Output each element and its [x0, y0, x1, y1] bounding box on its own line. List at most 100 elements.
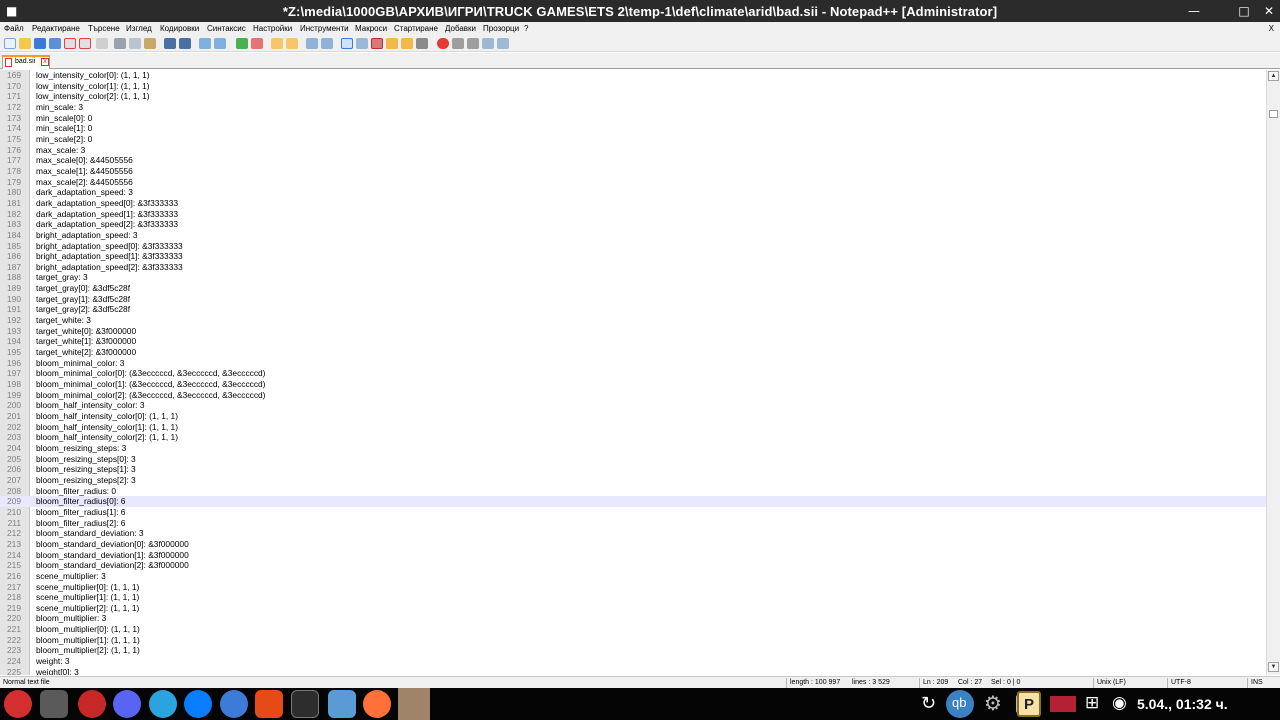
gedit-icon[interactable] — [255, 690, 283, 718]
stop-record-icon[interactable] — [452, 38, 464, 49]
editor-line[interactable]: 221 bloom_multiplier[0]: (1, 1, 1) — [0, 624, 1266, 635]
line-text[interactable]: bloom_half_intensity_color[2]: (1, 1, 1) — [36, 432, 178, 443]
menu-windows[interactable]: Прозорци — [483, 24, 519, 33]
play-macro-icon[interactable] — [467, 38, 479, 49]
calculator-icon[interactable] — [40, 690, 68, 718]
scroll-up-icon[interactable]: ▲ — [1268, 71, 1279, 81]
line-text[interactable]: min_scale[2]: 0 — [36, 134, 92, 145]
menu-search[interactable]: Търсене — [88, 24, 120, 33]
line-text[interactable]: bloom_filter_radius: 0 — [36, 486, 116, 497]
editor-line[interactable]: 173 min_scale[0]: 0 — [0, 113, 1266, 124]
editor-line[interactable]: 198 bloom_minimal_color[1]: (&3ecccccd, &… — [0, 379, 1266, 390]
line-text[interactable]: bloom_minimal_color[0]: (&3ecccccd, &3ec… — [36, 368, 265, 379]
new-file-icon[interactable] — [4, 38, 16, 49]
doc-map-icon[interactable] — [371, 38, 383, 49]
settings-gear-icon[interactable]: ⚙ — [984, 691, 1002, 715]
line-text[interactable]: bloom_multiplier: 3 — [36, 613, 106, 624]
notepad-tray-icon[interactable]: P — [1017, 691, 1041, 717]
line-text[interactable]: scene_multiplier: 3 — [36, 571, 106, 582]
line-text[interactable]: weight: 3 — [36, 656, 70, 667]
line-text[interactable]: target_gray[2]: &3df5c28f — [36, 304, 130, 315]
editor-line[interactable]: 174 min_scale[1]: 0 — [0, 123, 1266, 134]
close-all-icon[interactable] — [79, 38, 91, 49]
editor-line[interactable]: 219 scene_multiplier[2]: (1, 1, 1) — [0, 603, 1266, 614]
telegram-icon[interactable] — [149, 690, 177, 718]
editor-line[interactable]: 213 bloom_standard_deviation[0]: &3f00000… — [0, 539, 1266, 550]
editor-line[interactable]: 187 bright_adaptation_speed[2]: &3f333333 — [0, 262, 1266, 273]
line-text[interactable]: bloom_multiplier[0]: (1, 1, 1) — [36, 624, 140, 635]
line-text[interactable]: bloom_minimal_color: 3 — [36, 358, 124, 369]
line-text[interactable]: bloom_minimal_color[2]: (&3ecccccd, &3ec… — [36, 390, 265, 401]
close-icon[interactable] — [64, 38, 76, 49]
editor-line[interactable]: 205 bloom_resizing_steps[0]: 3 — [0, 454, 1266, 465]
folder-workspace-icon[interactable] — [401, 38, 413, 49]
close-icon[interactable]: ✕ — [1257, 2, 1280, 20]
editor-line[interactable]: 194 target_white[1]: &3f000000 — [0, 336, 1266, 347]
editor-line[interactable]: 184 bright_adaptation_speed: 3 — [0, 230, 1266, 241]
editor-line[interactable]: 189 target_gray[0]: &3df5c28f — [0, 283, 1266, 294]
editor-line[interactable]: 193 target_white[0]: &3f000000 — [0, 326, 1266, 337]
editor-line[interactable]: 199 bloom_minimal_color[2]: (&3ecccccd, &… — [0, 390, 1266, 401]
line-text[interactable]: low_intensity_color[1]: (1, 1, 1) — [36, 81, 150, 92]
menu-settings[interactable]: Настройки — [253, 24, 292, 33]
editor-line[interactable]: 188 target_gray: 3 — [0, 272, 1266, 283]
save-all-icon[interactable] — [49, 38, 61, 49]
editor-line[interactable]: 204 bloom_resizing_steps: 3 — [0, 443, 1266, 454]
line-text[interactable]: bloom_resizing_steps[0]: 3 — [36, 454, 136, 465]
line-text[interactable]: bloom_resizing_steps[1]: 3 — [36, 464, 136, 475]
open-file-icon[interactable] — [19, 38, 31, 49]
line-text[interactable]: bloom_multiplier[1]: (1, 1, 1) — [36, 635, 140, 646]
editor-line[interactable]: 170 low_intensity_color[1]: (1, 1, 1) — [0, 81, 1266, 92]
editor-line[interactable]: 208 bloom_filter_radius: 0 — [0, 486, 1266, 497]
editor-line[interactable]: 171 low_intensity_color[2]: (1, 1, 1) — [0, 91, 1266, 102]
editor-line[interactable]: 190 target_gray[1]: &3df5c28f — [0, 294, 1266, 305]
qbittorrent-icon[interactable]: qb — [946, 690, 974, 718]
line-text[interactable]: max_scale: 3 — [36, 145, 85, 156]
editor-line[interactable]: 207 bloom_resizing_steps[2]: 3 — [0, 475, 1266, 486]
editor-line[interactable]: 196 bloom_minimal_color: 3 — [0, 358, 1266, 369]
maximize-icon[interactable]: □ — [1232, 2, 1256, 20]
indent-guide-icon[interactable] — [341, 38, 353, 49]
firefox-icon[interactable] — [363, 690, 391, 718]
replace-icon[interactable] — [214, 38, 226, 49]
line-text[interactable]: scene_multiplier[0]: (1, 1, 1) — [36, 582, 139, 593]
refresh-icon[interactable]: ↻ — [921, 693, 936, 714]
line-text[interactable]: min_scale: 3 — [36, 102, 83, 113]
language-icon[interactable] — [356, 38, 368, 49]
status-insert-mode[interactable]: INS — [1251, 679, 1263, 686]
line-text[interactable]: bloom_resizing_steps: 3 — [36, 443, 126, 454]
record-macro-icon[interactable] — [437, 38, 449, 49]
redo-icon[interactable] — [179, 38, 191, 49]
line-text[interactable]: bloom_filter_radius[0]: 6 — [36, 496, 125, 507]
messenger-icon[interactable] — [184, 690, 212, 718]
editor-line[interactable]: 220 bloom_multiplier: 3 — [0, 613, 1266, 624]
line-text[interactable]: bloom_half_intensity_color[0]: (1, 1, 1) — [36, 411, 178, 422]
line-text[interactable]: scene_multiplier[2]: (1, 1, 1) — [36, 603, 139, 614]
editor-line[interactable]: 203 bloom_half_intensity_color[2]: (1, 1,… — [0, 432, 1266, 443]
line-text[interactable]: bloom_resizing_steps[2]: 3 — [36, 475, 136, 486]
word-wrap-icon[interactable] — [306, 38, 318, 49]
line-text[interactable]: dark_adaptation_speed: 3 — [36, 187, 133, 198]
line-text[interactable]: bloom_multiplier[2]: (1, 1, 1) — [36, 645, 140, 656]
line-text[interactable]: target_white[1]: &3f000000 — [36, 336, 136, 347]
editor-line[interactable]: 185 bright_adaptation_speed[0]: &3f333333 — [0, 241, 1266, 252]
editor-line[interactable]: 218 scene_multiplier[1]: (1, 1, 1) — [0, 592, 1266, 603]
line-text[interactable]: target_white[2]: &3f000000 — [36, 347, 136, 358]
line-text[interactable]: min_scale[1]: 0 — [36, 123, 92, 134]
minimize-icon[interactable]: — — [1182, 2, 1206, 20]
editor-line[interactable]: 175 min_scale[2]: 0 — [0, 134, 1266, 145]
save-macro-icon[interactable] — [497, 38, 509, 49]
editor-line[interactable]: 192 target_white: 3 — [0, 315, 1266, 326]
editor-line[interactable]: 169 low_intensity_color[0]: (1, 1, 1) — [0, 70, 1266, 81]
network-icon[interactable]: ⊞ — [1085, 693, 1099, 713]
undo-icon[interactable] — [164, 38, 176, 49]
menu-file[interactable]: Файл — [4, 24, 24, 33]
menu-macros[interactable]: Макроси — [355, 24, 387, 33]
editor-line[interactable]: 201 bloom_half_intensity_color[0]: (1, 1,… — [0, 411, 1266, 422]
line-text[interactable]: bright_adaptation_speed[1]: &3f333333 — [36, 251, 183, 262]
line-text[interactable]: bright_adaptation_speed[2]: &3f333333 — [36, 262, 183, 273]
tab-bad-sii[interactable]: bad.sii x — [2, 55, 50, 69]
editor-line[interactable]: 209 bloom_filter_radius[0]: 6 — [0, 496, 1266, 507]
line-text[interactable]: low_intensity_color[2]: (1, 1, 1) — [36, 91, 150, 102]
function-list-icon[interactable] — [386, 38, 398, 49]
